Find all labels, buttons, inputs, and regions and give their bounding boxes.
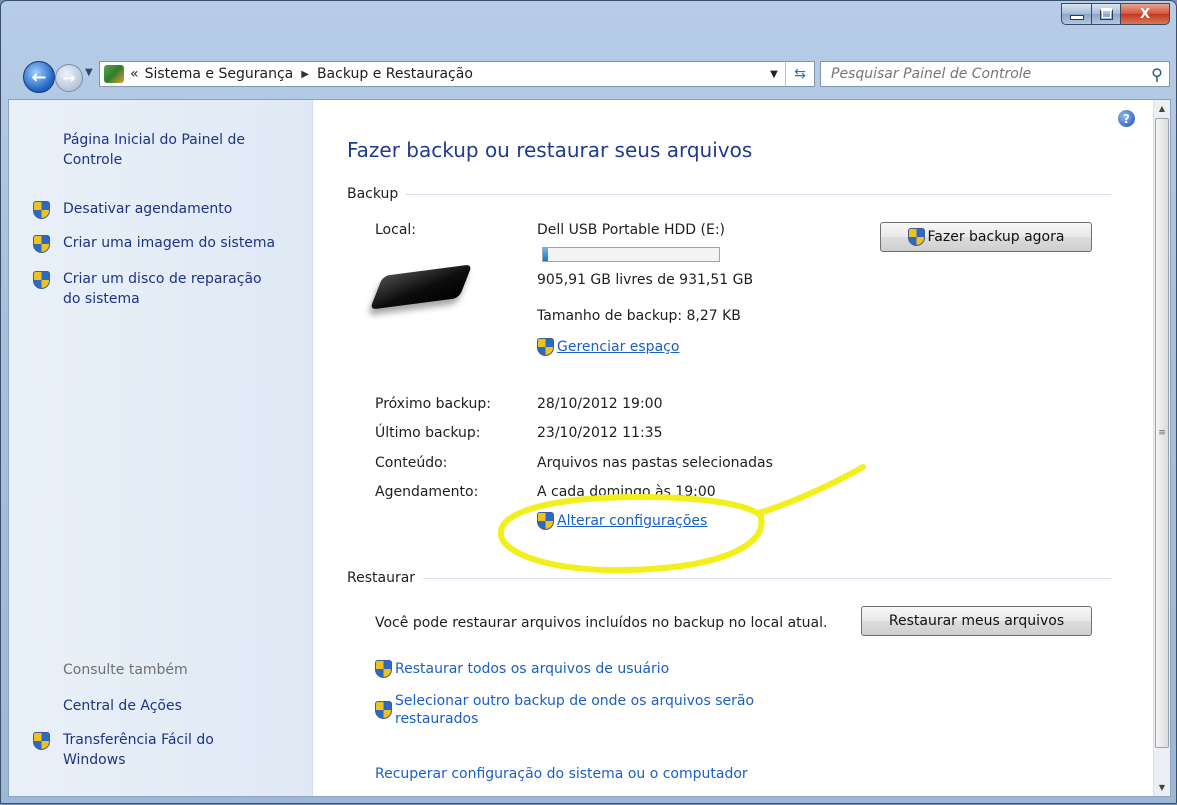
sidebar-item-label: Criar uma imagem do sistema [63,235,276,251]
uac-shield-icon [33,271,50,289]
contents-label: Conteúdo: [375,455,448,471]
sidebar-item-action-center[interactable]: Central de Ações [63,696,182,716]
next-backup-label: Próximo backup: [375,396,491,412]
next-backup-value: 28/10/2012 19:00 [537,396,663,412]
maximize-icon [1099,8,1113,20]
restore-all-users-link[interactable]: Restaurar todos os arquivos de usuário [375,660,669,678]
address-controls: ▼ ⇆ [763,62,814,86]
link-label: Restaurar todos os arquivos de usuário [395,661,670,677]
scroll-down-icon[interactable]: ▼ [1154,779,1170,796]
page-title: Fazer backup ou restaurar seus arquivos [347,138,753,162]
sidebar-item-system-image[interactable]: Criar uma imagem do sistema [33,233,311,253]
minimize-button[interactable] [1061,3,1092,25]
breadcrumb-separator-icon[interactable]: ▶ [301,69,309,80]
section-divider [423,577,1111,579]
button-label: Fazer backup agora [927,229,1065,245]
maximize-button[interactable] [1092,3,1121,25]
content-area: Página Inicial do Painel de Controle Des… [8,99,1171,797]
sidebar-home-link[interactable]: Página Inicial do Painel de Controle [63,130,283,170]
change-settings-link[interactable]: Alterar configurações [537,512,707,530]
uac-shield-icon [33,732,50,750]
refresh-icon[interactable]: ⇆ [785,62,814,86]
restore-description: Você pode restaurar arquivos incluídos n… [375,615,828,631]
backup-size-text: Tamanho de backup: 8,27 KB [537,308,741,324]
restore-section-heading: Restaurar [347,570,1111,586]
drive-name: Dell USB Portable HDD (E:) [537,222,726,238]
manage-space-link[interactable]: Gerenciar espaço [537,338,679,356]
sidebar-item-label: Central de Ações [63,698,182,714]
navigation-bar: ← → ▼ « Sistema e Segurança ▶ Backup e R… [1,55,1176,93]
location-label: Local: [375,222,417,238]
window-frame: X ← → ▼ « Sistema e Segurança ▶ Backup e… [0,0,1177,804]
back-button[interactable]: ← [23,61,55,93]
address-bar[interactable]: « Sistema e Segurança ▶ Backup e Restaur… [99,61,815,87]
forward-arrow-icon: → [62,69,76,87]
sidebar-item-repair-disc[interactable]: Criar um disco de reparação do sistema [33,269,283,309]
section-title: Restaurar [347,570,416,586]
uac-shield-icon [375,701,392,719]
search-box: ⚲ [820,61,1170,87]
sidebar-item-disable-schedule[interactable]: Desativar agendamento [33,199,311,219]
address-dropdown-icon[interactable]: ▼ [763,69,785,80]
external-drive-icon [369,264,473,310]
address-prefix[interactable]: « [130,66,139,82]
sidebar-item-label: Desativar agendamento [63,201,233,217]
help-icon[interactable]: ? [1118,110,1135,127]
forward-button[interactable]: → [55,64,83,92]
uac-shield-icon [375,660,392,678]
search-input[interactable] [829,65,1145,83]
disk-usage-fill [543,248,548,261]
recover-system-link[interactable]: Recuperar configuração do sistema ou o c… [375,766,748,782]
scroll-thumb[interactable]: ≡ [1155,118,1169,748]
backup-now-button[interactable]: Fazer backup agora [880,222,1092,252]
control-panel-icon [104,65,124,83]
recent-pages-dropdown[interactable]: ▼ [85,67,93,78]
link-label: Recuperar configuração do sistema ou o c… [375,766,748,782]
link-label: Alterar configurações [557,513,708,529]
section-title: Backup [347,186,399,202]
see-also-heading: Consulte também [63,662,188,678]
last-backup-value: 23/10/2012 11:35 [537,425,663,441]
free-space-text: 905,91 GB livres de 931,51 GB [537,272,754,288]
contents-value: Arquivos nas pastas selecionadas [537,455,773,471]
breadcrumb-item[interactable]: Backup e Restauração [317,66,473,82]
main-pane: ? Fazer backup ou restaurar seus arquivo… [313,100,1153,796]
task-pane: Página Inicial do Painel de Controle Des… [9,100,313,796]
minimize-icon [1069,15,1084,20]
breadcrumb-item[interactable]: Sistema e Segurança [145,66,294,82]
title-buttons: X [1061,3,1170,25]
sidebar-item-easy-transfer[interactable]: Transferência Fácil do Windows [33,730,233,770]
uac-shield-icon [537,338,554,356]
sidebar-home-label: Página Inicial do Painel de Controle [63,132,245,168]
select-other-backup-link[interactable]: Selecionar outro backup de onde os arqui… [375,692,815,728]
uac-shield-icon [907,228,925,246]
vertical-scrollbar[interactable]: ▲ ≡ ▼ [1153,100,1170,796]
scroll-up-icon[interactable]: ▲ [1154,100,1170,117]
section-divider [406,193,1111,195]
restore-my-files-button[interactable]: Restaurar meus arquivos [861,606,1092,636]
close-button[interactable]: X [1121,3,1170,25]
uac-shield-icon [33,235,50,253]
schedule-value: A cada domingo às 19:00 [537,484,716,500]
sidebar-item-label: Criar um disco de reparação do sistema [63,271,262,307]
backup-section-heading: Backup [347,186,1111,202]
link-label: Selecionar outro backup de onde os arqui… [395,693,755,727]
button-label: Restaurar meus arquivos [888,613,1065,629]
search-icon[interactable]: ⚲ [1145,65,1169,84]
schedule-label: Agendamento: [375,484,479,500]
sidebar-item-label: Transferência Fácil do Windows [63,732,214,768]
close-icon: X [1139,6,1151,22]
last-backup-label: Último backup: [375,425,481,441]
link-label: Gerenciar espaço [557,339,680,355]
uac-shield-icon [537,512,554,530]
uac-shield-icon [33,201,50,219]
disk-usage-bar [542,247,720,262]
back-arrow-icon: ← [31,66,47,88]
